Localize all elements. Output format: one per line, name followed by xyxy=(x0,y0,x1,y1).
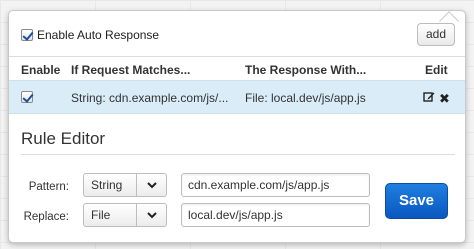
enable-auto-response-toggle[interactable]: Enable Auto Response xyxy=(21,28,159,42)
popup-toolbar: Enable Auto Response add xyxy=(9,11,465,56)
pattern-type-value: String xyxy=(91,178,123,192)
column-header-enable: Enable xyxy=(21,63,61,77)
enable-auto-response-label: Enable Auto Response xyxy=(37,28,160,42)
table-row[interactable]: String: cdn.example.com/js/... File: loc… xyxy=(9,80,465,114)
pattern-input[interactable]: cdn.example.com/js/app.js xyxy=(181,173,370,197)
rule-editor-title: Rule Editor xyxy=(21,129,106,148)
replace-input[interactable]: local.dev/js/app.js xyxy=(181,203,370,227)
rules-table-header: Enable If Request Matches... The Respons… xyxy=(9,56,465,80)
column-header-request-matches: If Request Matches... xyxy=(71,63,191,77)
pattern-label: Pattern: xyxy=(28,181,69,193)
rule-response-cell: File: local.dev/js/app.js xyxy=(245,91,366,105)
replace-type-select[interactable]: File xyxy=(83,203,167,227)
enable-auto-response-checkbox[interactable] xyxy=(21,29,33,41)
rule-enable-checkbox[interactable] xyxy=(21,91,33,103)
column-header-response-with: The Response With... xyxy=(245,63,367,77)
rules-table: Enable If Request Matches... The Respons… xyxy=(9,56,465,114)
column-header-edit: Edit xyxy=(425,63,448,77)
chevron-down-icon[interactable] xyxy=(136,174,166,196)
auto-response-popup: Enable Auto Response add Enable If Reque… xyxy=(8,10,466,243)
rule-editor-divider xyxy=(21,154,455,155)
delete-icon[interactable]: ✖ xyxy=(439,91,450,107)
edit-icon[interactable] xyxy=(423,91,435,103)
chevron-down-icon[interactable] xyxy=(136,204,166,226)
replace-label: Replace: xyxy=(23,211,69,223)
add-rule-button[interactable]: add xyxy=(417,23,455,46)
rule-match-cell: String: cdn.example.com/js/... xyxy=(71,91,229,105)
save-button[interactable]: Save xyxy=(385,183,448,219)
replace-type-value: File xyxy=(91,208,111,222)
pattern-type-select[interactable]: String xyxy=(83,173,167,197)
